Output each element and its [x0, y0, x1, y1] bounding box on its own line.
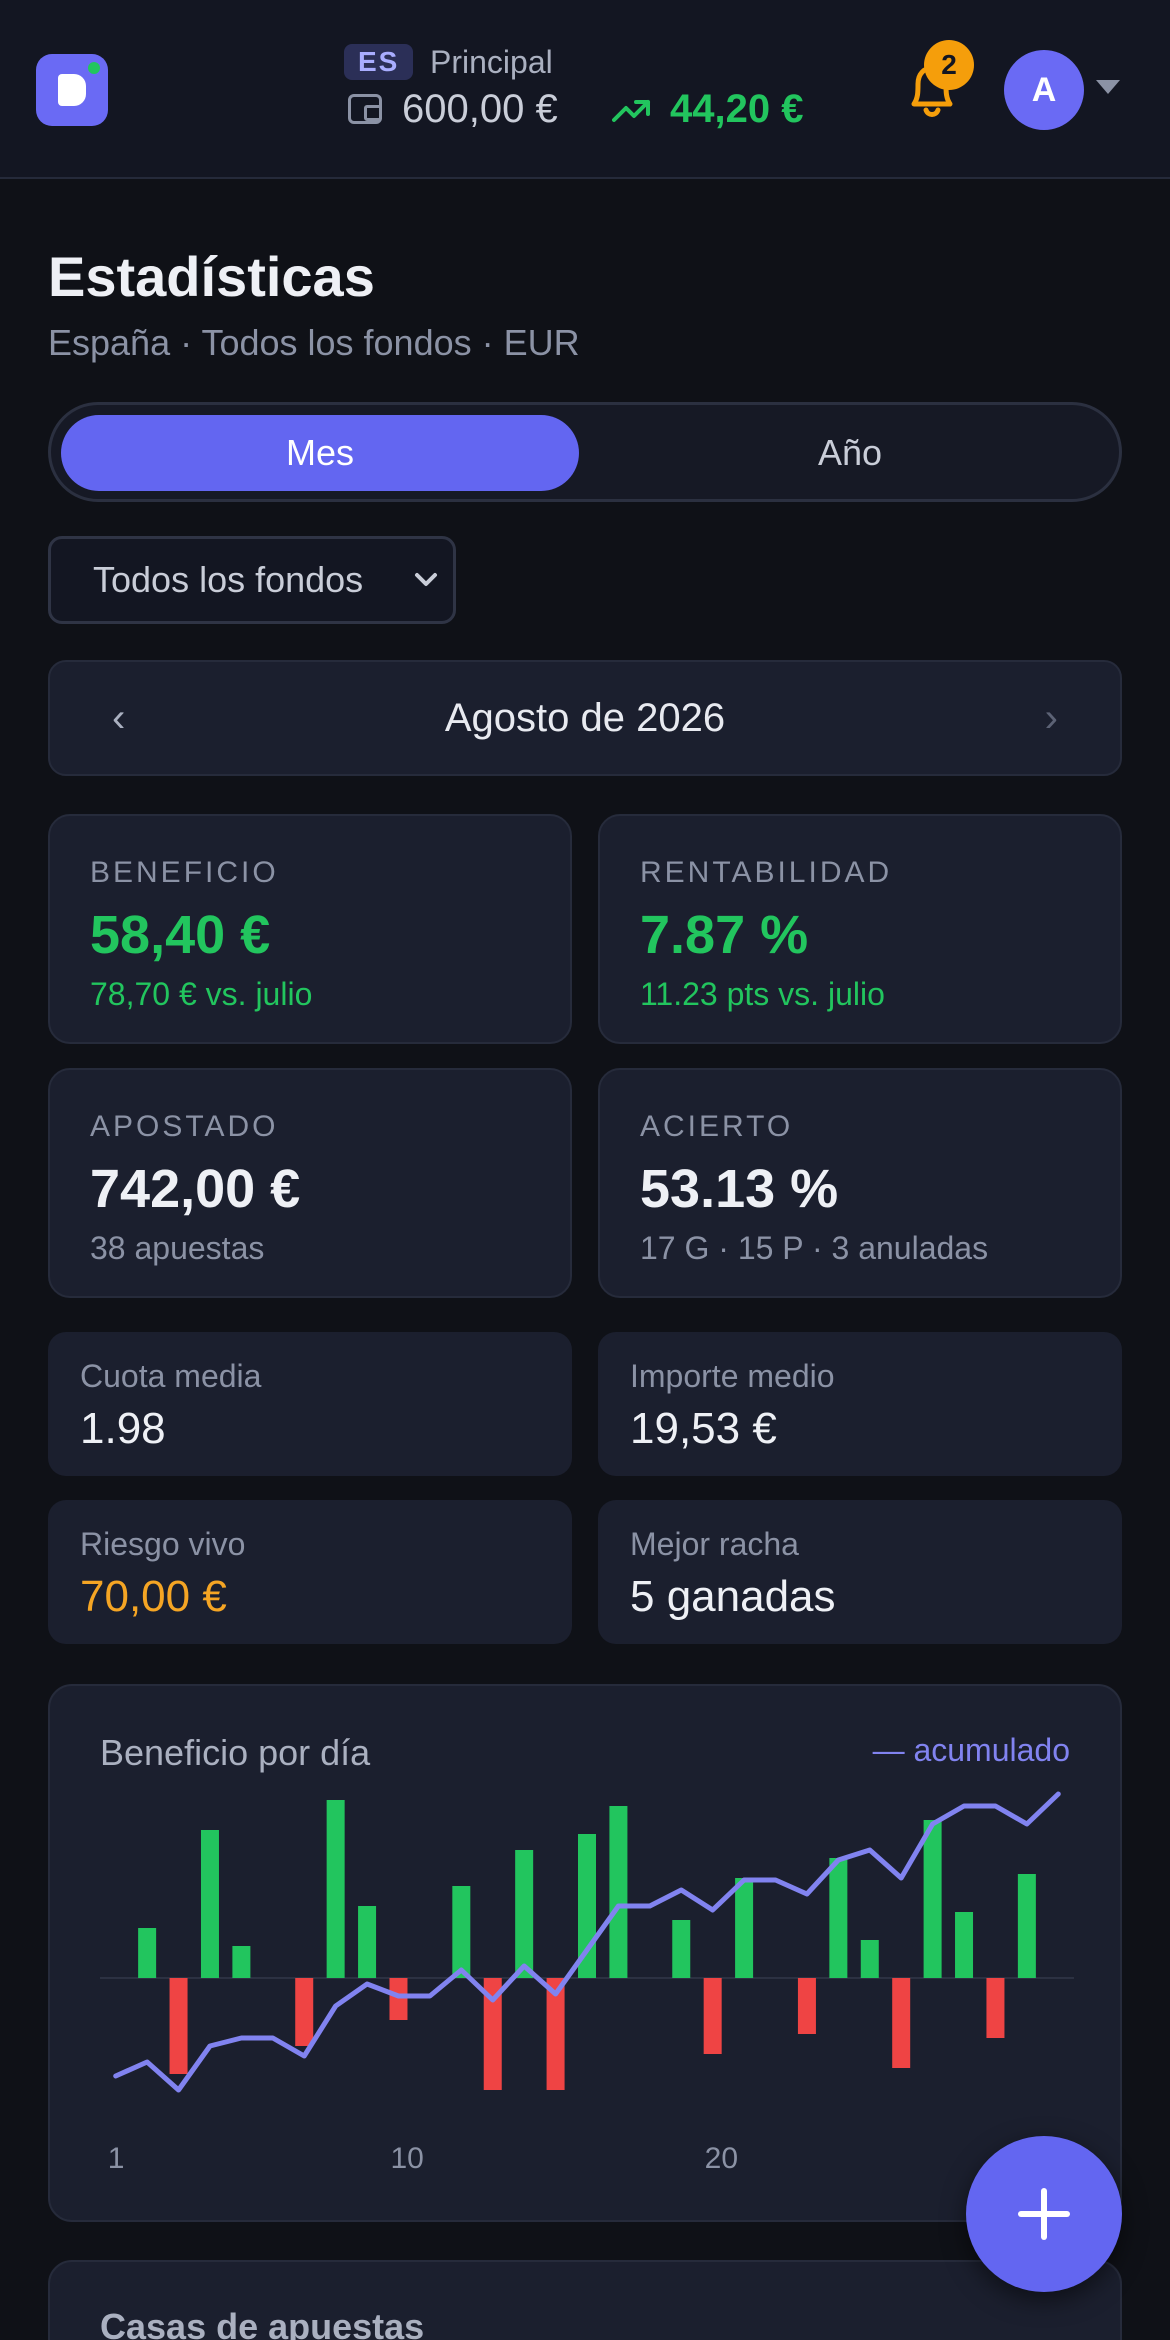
top-bar: ES Principal 600,00 € 44,20 € 2 A	[0, 0, 1170, 179]
kpi-detail: 38 apuestas	[90, 1230, 265, 1266]
notification-count-badge: 2	[924, 40, 974, 90]
chart-bar-day-28[interactable]	[955, 1912, 974, 1978]
stat-label: Riesgo vivo	[80, 1526, 246, 1562]
stat-card-live-risk: Riesgo vivo 70,00 €	[48, 1500, 572, 1644]
chart-x-tick-label: 1	[108, 2142, 125, 2175]
chart-bar-day-5[interactable]	[232, 1946, 251, 1978]
daily-profit-chart-card: Beneficio por día — acumulado 1102030	[48, 1684, 1122, 2222]
tab-year[interactable]: Año	[591, 415, 1109, 491]
chart-bar-day-26[interactable]	[892, 1978, 911, 2068]
trending-up-icon	[612, 100, 650, 122]
chart-bar-day-3[interactable]	[169, 1978, 188, 2074]
chart-x-tick-label: 20	[705, 2142, 738, 2175]
chart-bar-day-21[interactable]	[735, 1878, 754, 1978]
stat-label: Mejor racha	[630, 1526, 799, 1562]
logo-glyph	[58, 74, 86, 106]
kpi-comparison: 78,70 € vs. julio	[90, 976, 313, 1012]
month-navigator: ‹ Agosto de 2026 ›	[48, 660, 1122, 776]
app-logo[interactable]	[36, 54, 108, 126]
stat-card-avg-stake: Importe medio 19,53 €	[598, 1332, 1122, 1476]
stat-card-avg-odds: Cuota media 1.98	[48, 1332, 572, 1476]
chart-bar-day-25[interactable]	[860, 1940, 879, 1978]
stat-label: Cuota media	[80, 1358, 262, 1394]
chart-bar-day-2[interactable]	[138, 1928, 157, 1978]
tab-month[interactable]: Mes	[61, 415, 579, 491]
chart-bar-day-12[interactable]	[452, 1886, 471, 1978]
chart-bar-day-7[interactable]	[295, 1978, 314, 2046]
kpi-value: 53.13 %	[640, 1159, 839, 1219]
kpi-card-profit: BENEFICIO 58,40 € 78,70 € vs. julio	[48, 814, 572, 1044]
stat-value: 70,00 €	[80, 1572, 227, 1621]
stat-card-best-streak: Mejor racha 5 ganadas	[598, 1500, 1122, 1644]
kpi-detail: 17 G · 15 P · 3 anuladas	[640, 1230, 989, 1266]
fund-select-value: Todos los fondos	[93, 559, 364, 600]
stat-value: 19,53 €	[630, 1404, 777, 1453]
chart-bar-day-20[interactable]	[703, 1978, 722, 2054]
kpi-value: 742,00 €	[90, 1159, 301, 1219]
account-name[interactable]: Principal	[430, 42, 553, 82]
kpi-card-roi: RENTABILIDAD 7.87 % 11.23 pts vs. julio	[598, 814, 1122, 1044]
online-dot	[88, 62, 100, 74]
chevron-down-icon[interactable]	[1096, 80, 1120, 94]
kpi-comparison: 11.23 pts vs. julio	[640, 976, 885, 1012]
chart-bar-day-27[interactable]	[923, 1820, 942, 1978]
chart-bar-day-29[interactable]	[986, 1978, 1005, 2038]
page-subtitle: España · Todos los fondos · EUR	[48, 322, 580, 363]
wallet-icon	[348, 94, 382, 124]
next-month-button[interactable]: ›	[1045, 662, 1058, 774]
chart-bar-day-17[interactable]	[609, 1806, 628, 1978]
user-avatar[interactable]: A	[1004, 50, 1084, 130]
current-month-label: Agosto de 2026	[444, 696, 726, 740]
chart-bar-day-4[interactable]	[200, 1830, 219, 1978]
kpi-label: ACIERTO	[640, 1110, 794, 1143]
kpi-value: 7.87 %	[640, 905, 809, 965]
kpi-label: RENTABILIDAD	[640, 856, 893, 889]
profit-amount: 44,20 €	[670, 87, 804, 131]
fund-select[interactable]: Todos los fondos	[48, 536, 456, 624]
kpi-label: BENEFICIO	[90, 856, 279, 889]
chart-x-tick-label: 10	[390, 2142, 423, 2175]
stat-value: 1.98	[80, 1404, 166, 1453]
bookmakers-title: Casas de apuestas	[100, 2306, 425, 2340]
kpi-label: APOSTADO	[90, 1110, 279, 1143]
chart-bar-day-23[interactable]	[797, 1978, 816, 2034]
stat-label: Importe medio	[630, 1358, 835, 1394]
chart-bar-day-10[interactable]	[389, 1978, 408, 2020]
add-bet-button[interactable]	[966, 2136, 1122, 2292]
daily-profit-chart: 1102030	[100, 1791, 1074, 2175]
page-title: Estadísticas	[48, 245, 375, 308]
chart-bar-day-8[interactable]	[326, 1800, 345, 1978]
chart-bar-day-14[interactable]	[515, 1850, 534, 1978]
chevron-down-icon	[415, 573, 437, 586]
period-toggle: Mes Año	[48, 402, 1122, 502]
chart-bar-day-24[interactable]	[829, 1858, 848, 1978]
account-balance: 600,00 €	[402, 87, 558, 131]
kpi-value: 58,40 €	[90, 905, 271, 965]
chart-bar-day-19[interactable]	[672, 1920, 691, 1978]
region-badge: ES	[344, 44, 414, 80]
chart-bar-day-30[interactable]	[1017, 1874, 1036, 1978]
bookmakers-card: Casas de apuestas	[48, 2260, 1122, 2340]
stat-value: 5 ganadas	[630, 1572, 836, 1621]
kpi-card-staked: APOSTADO 742,00 € 38 apuestas	[48, 1068, 572, 1298]
chart-bar-day-9[interactable]	[358, 1906, 377, 1978]
kpi-card-hit-rate: ACIERTO 53.13 % 17 G · 15 P · 3 anuladas	[598, 1068, 1122, 1298]
